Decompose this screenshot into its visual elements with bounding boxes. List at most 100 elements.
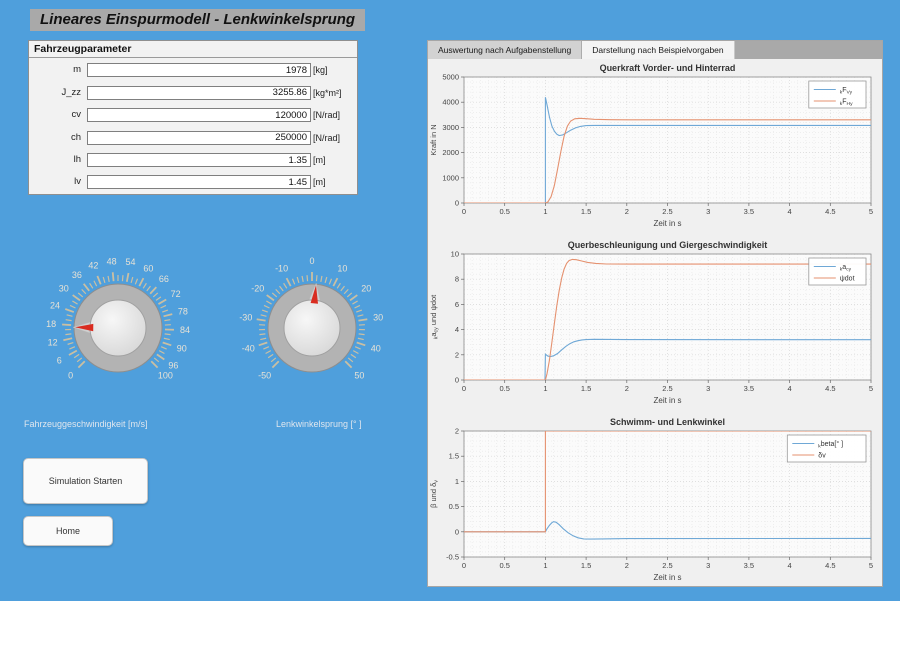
svg-text:78: 78 — [178, 306, 188, 316]
svg-text:30: 30 — [373, 313, 383, 323]
chart-querkraft: 00.511.522.533.544.550100020003000400050… — [428, 61, 884, 233]
svg-text:1000: 1000 — [442, 173, 459, 182]
svg-text:0.5: 0.5 — [499, 207, 509, 216]
param-label-cv: cv — [35, 108, 81, 122]
chart-querbeschleunigung: 00.511.522.533.544.550246810Querbeschleu… — [428, 238, 884, 410]
svg-text:10: 10 — [337, 263, 347, 273]
svg-text:δv: δv — [818, 453, 826, 460]
param-unit-cv: [N/rad] — [313, 108, 340, 122]
svg-text:Querbeschleunigung und Gierges: Querbeschleunigung und Giergeschwindigke… — [568, 240, 768, 250]
svg-text:50: 50 — [354, 370, 364, 380]
svg-text:6: 6 — [455, 300, 459, 309]
home-button[interactable]: Home — [23, 516, 113, 546]
param-input-cv[interactable] — [87, 108, 311, 122]
steering-angle-knob[interactable]: -50-40-30-20-1001020304050 — [222, 238, 402, 418]
svg-text:6: 6 — [57, 355, 62, 365]
param-input-lv[interactable] — [87, 175, 311, 189]
svg-text:48: 48 — [107, 256, 117, 266]
svg-text:72: 72 — [171, 289, 181, 299]
svg-text:4.5: 4.5 — [825, 561, 835, 570]
svg-text:Schwimm- und Lenkwinkel: Schwimm- und Lenkwinkel — [610, 417, 725, 427]
svg-text:Zeit in s: Zeit in s — [653, 219, 681, 228]
svg-text:Zeit in s: Zeit in s — [653, 573, 681, 582]
svg-text:β und δv: β und δv — [429, 480, 440, 508]
speed-knob-label: Fahrzeuggeschwindigkeit [m/s] — [24, 419, 148, 429]
svg-text:5: 5 — [869, 561, 873, 570]
svg-text:Zeit in s: Zeit in s — [653, 396, 681, 405]
speed-knob[interactable]: 06121824303642485460667278849096100 — [28, 238, 208, 418]
svg-text:1: 1 — [455, 477, 459, 486]
svg-text:5: 5 — [869, 207, 873, 216]
start-simulation-button[interactable]: Simulation Starten — [23, 458, 148, 504]
param-input-m[interactable] — [87, 63, 311, 77]
chart-schwimmwinkel: 00.511.522.533.544.55-0.500.511.52Schwim… — [428, 415, 884, 587]
svg-text:3.5: 3.5 — [744, 384, 754, 393]
param-row-m: m [kg] — [29, 63, 357, 77]
svg-text:12: 12 — [48, 338, 58, 348]
svg-text:Querkraft Vorder- und Hinterra: Querkraft Vorder- und Hinterrad — [600, 63, 736, 73]
param-row-jzz: J_zz [kg*m²] — [29, 86, 357, 100]
param-row-lv: lv [m] — [29, 175, 357, 189]
svg-text:2: 2 — [625, 561, 629, 570]
svg-text:0: 0 — [455, 527, 459, 536]
svg-text:18: 18 — [46, 319, 56, 329]
svg-text:40: 40 — [371, 344, 381, 354]
svg-text:60: 60 — [143, 263, 153, 273]
svg-text:84: 84 — [180, 325, 190, 335]
svg-text:66: 66 — [159, 274, 169, 284]
svg-text:4000: 4000 — [442, 98, 459, 107]
svg-text:2: 2 — [625, 384, 629, 393]
svg-text:4: 4 — [788, 207, 792, 216]
svg-text:0.5: 0.5 — [449, 502, 459, 511]
svg-text:2: 2 — [625, 207, 629, 216]
svg-text:100: 100 — [158, 370, 173, 380]
svg-text:-0.5: -0.5 — [446, 553, 459, 562]
param-label-lh: lh — [35, 153, 81, 167]
svg-text:1.5: 1.5 — [581, 207, 591, 216]
svg-text:3.5: 3.5 — [744, 561, 754, 570]
svg-text:54: 54 — [126, 257, 136, 267]
vehicle-parameters-panel: Fahrzeugparameter m [kg] J_zz [kg*m²] cv… — [28, 40, 358, 195]
svg-text:0: 0 — [309, 256, 314, 266]
tab-auswertung[interactable]: Auswertung nach Aufgabenstellung — [428, 41, 582, 59]
svg-text:-30: -30 — [239, 313, 252, 323]
svg-text:0: 0 — [462, 561, 466, 570]
results-panel: Auswertung nach Aufgabenstellung Darstel… — [427, 40, 883, 587]
svg-text:3.5: 3.5 — [744, 207, 754, 216]
svg-text:-50: -50 — [258, 370, 271, 380]
svg-text:5: 5 — [869, 384, 873, 393]
svg-text:3000: 3000 — [442, 123, 459, 132]
svg-text:1: 1 — [543, 384, 547, 393]
svg-text:2.5: 2.5 — [662, 561, 672, 570]
svg-text:4.5: 4.5 — [825, 207, 835, 216]
param-unit-lh: [m] — [313, 153, 326, 167]
svg-text:2000: 2000 — [442, 148, 459, 157]
param-input-ch[interactable] — [87, 131, 311, 145]
svg-text:96: 96 — [168, 361, 178, 371]
svg-text:4: 4 — [788, 561, 792, 570]
tab-darstellung[interactable]: Darstellung nach Beispielvorgaben — [582, 41, 734, 59]
svg-text:0.5: 0.5 — [499, 384, 509, 393]
svg-text:0: 0 — [462, 384, 466, 393]
svg-text:Kraft in N: Kraft in N — [429, 124, 438, 155]
svg-text:1: 1 — [543, 207, 547, 216]
svg-text:4: 4 — [455, 325, 459, 334]
svg-text:1: 1 — [543, 561, 547, 570]
svg-text:0: 0 — [68, 370, 73, 380]
svg-text:4: 4 — [788, 384, 792, 393]
param-row-cv: cv [N/rad] — [29, 108, 357, 122]
svg-text:2: 2 — [455, 427, 459, 436]
svg-text:2.5: 2.5 — [662, 384, 672, 393]
param-label-jzz: J_zz — [35, 86, 81, 100]
svg-text:1.5: 1.5 — [581, 384, 591, 393]
param-input-jzz[interactable] — [87, 86, 311, 100]
tab-bar: Auswertung nach Aufgabenstellung Darstel… — [428, 41, 882, 59]
param-input-lh[interactable] — [87, 153, 311, 167]
svg-text:1.5: 1.5 — [449, 452, 459, 461]
steering-knob-label: Lenkwinkelsprung [° ] — [276, 419, 362, 429]
param-row-lh: lh [m] — [29, 153, 357, 167]
svg-text:8: 8 — [455, 275, 459, 284]
svg-text:2: 2 — [455, 350, 459, 359]
param-unit-lv: [m] — [313, 175, 326, 189]
svg-text:1.5: 1.5 — [581, 561, 591, 570]
